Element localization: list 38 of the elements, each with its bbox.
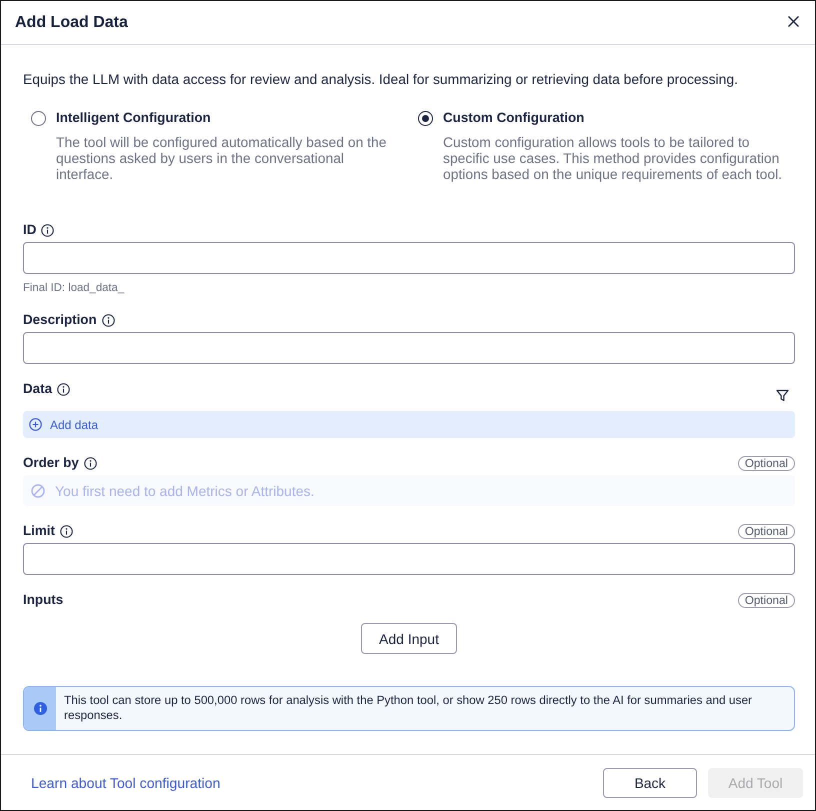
info-icon <box>34 702 46 715</box>
add-data-button[interactable]: Add data <box>23 411 795 438</box>
optional-badge: Optional <box>738 592 795 608</box>
field-label: ID <box>23 221 36 239</box>
radio-button[interactable] <box>418 111 433 126</box>
info-icon[interactable] <box>84 456 97 470</box>
info-icon[interactable] <box>60 524 73 538</box>
optional-badge: Optional <box>738 524 795 538</box>
field-label: Limit <box>23 522 55 540</box>
field-label: Data <box>23 380 52 398</box>
filter-icon[interactable] <box>776 388 789 402</box>
text-field[interactable] <box>23 332 795 364</box>
field-label: Description <box>23 311 97 329</box>
optional-badge: Optional <box>738 456 795 470</box>
close-icon <box>788 16 799 27</box>
radio-button[interactable] <box>31 111 46 126</box>
info-icon[interactable] <box>57 382 70 396</box>
secondary-button[interactable]: Back <box>603 768 697 798</box>
info-icon[interactable] <box>41 224 54 236</box>
ban-icon <box>31 484 45 498</box>
option-description: Custom configuration allows tools to be tailored to specific use cases. This method provides configuration options based on the unique requirements of each tool. <box>443 134 784 182</box>
add-input-button[interactable]: Add Input <box>361 623 457 654</box>
intro-text: Equips the LLM with data access for review and analysis. Ideal for summarizing or retrieving data before processing. <box>23 70 739 88</box>
notice-text: You first need to add Metrics or Attributes. <box>55 482 314 498</box>
field-label: Order by <box>23 454 79 472</box>
option-description: The tool will be configured automatically based on the questions asked by users in the conversational interface. <box>56 134 388 182</box>
option-label[interactable]: Custom Configuration <box>443 109 791 127</box>
text-field[interactable] <box>23 242 795 274</box>
help-link[interactable]: Learn about Tool configuration <box>31 774 220 790</box>
text-field[interactable] <box>23 543 795 575</box>
close-button[interactable] <box>788 16 799 27</box>
option-label[interactable]: Intelligent Configuration <box>56 109 396 127</box>
info-icon[interactable] <box>102 314 115 326</box>
dialog-title: Add Load Data <box>15 12 128 32</box>
field-label: Inputs <box>23 591 64 609</box>
banner-text: This tool can store up to 500,000 rows for analysis with the Python tool, or show 250 rows directly to the AI for summaries and user responses. <box>63 692 754 724</box>
hint-text: Final ID: load_data_ <box>23 281 126 295</box>
plus-circle-icon <box>29 418 42 431</box>
